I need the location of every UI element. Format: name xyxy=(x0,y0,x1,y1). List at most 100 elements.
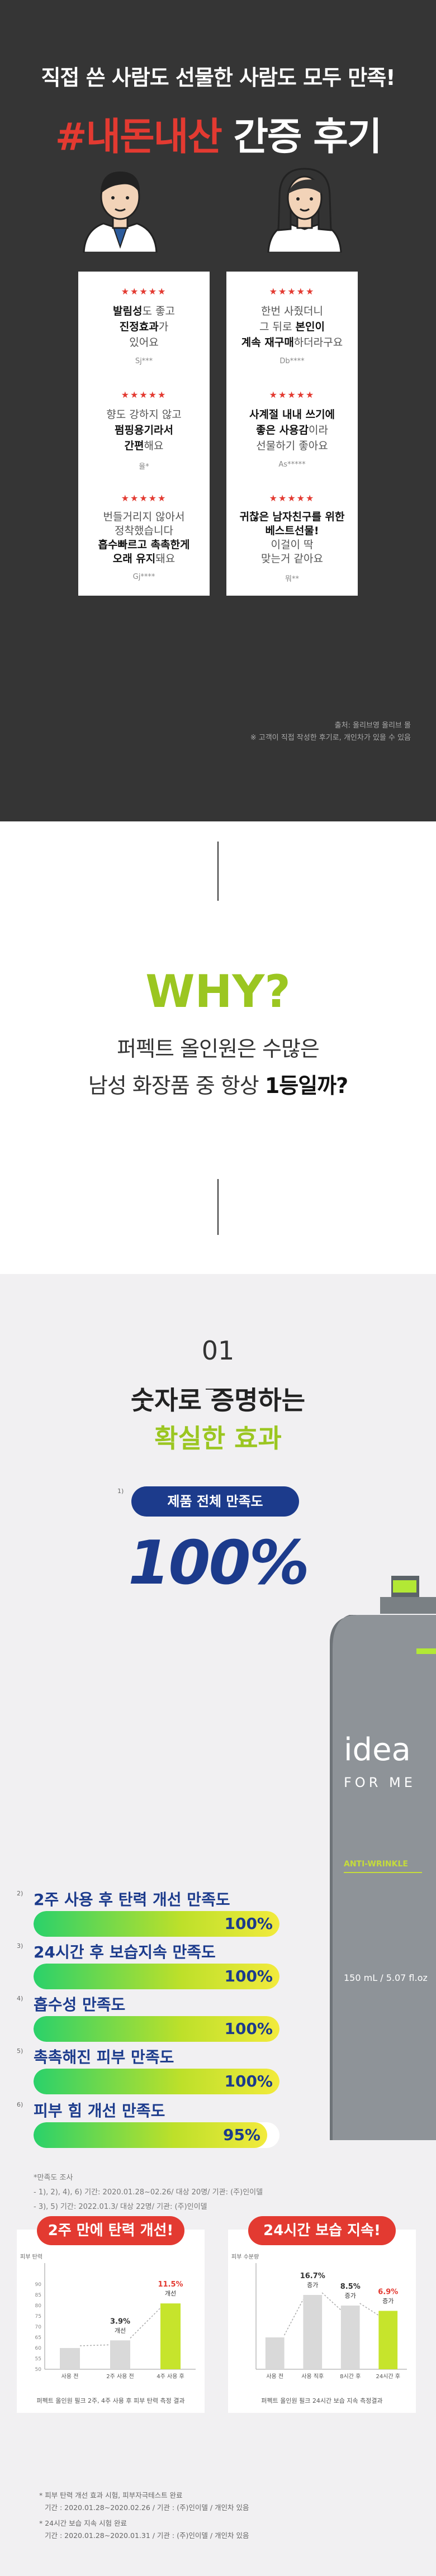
data-label: 11.5% xyxy=(158,2280,183,2289)
bar-track: 100% xyxy=(34,2069,279,2094)
footnote-marker: 6) xyxy=(17,2101,23,2108)
bar-label: 피부 힘 개선 만족도 xyxy=(34,2102,165,2120)
footnote-marker: 4) xyxy=(17,1995,23,2002)
review-card: ★★★★★ 번들거리지 않아서 정착했습니다 흡수빠르고 촉촉한게 오래 유지돼… xyxy=(78,478,210,596)
review-card: ★★★★★ 발림성도 좋고 진정효과가 있어요 Sj*** xyxy=(78,272,210,376)
hashtag-text: #내돈내산 xyxy=(55,115,222,159)
review-text: 향도 강하지 않고 펌핑용기라서 간편해요 xyxy=(106,408,182,452)
test-notes: * 피부 탄력 개선 효과 시험, 피부자극테스트 완료 기간 : 2020.0… xyxy=(39,2491,249,2540)
review-text: 발림성도 좋고 진정효과가 있어요 xyxy=(113,305,175,349)
x-tick-label: 24시간 후 xyxy=(376,2373,400,2380)
bar-track: 100% xyxy=(34,1911,279,1937)
bar-track: 100% xyxy=(34,2016,279,2042)
trend-arrow xyxy=(283,2299,304,2336)
bar xyxy=(265,2337,285,2369)
why-section: WHY? 퍼펙트 올인원은 수많은 남성 화장품 중 항상 1등일까? xyxy=(0,821,436,1274)
review-author: As***** xyxy=(278,460,306,469)
reviews-section: 직접 쓴 사람도 선물한 사람도 모두 만족! #내돈내산 간증 후기 ★★★★… xyxy=(0,0,436,821)
divider-line xyxy=(217,1179,219,1235)
footnote-marker: 1) xyxy=(117,1487,124,1495)
trend-arrow xyxy=(130,2307,161,2339)
bar xyxy=(378,2311,398,2369)
y-tick-label: 65 xyxy=(35,2335,41,2341)
big-title-rest: 간증 후기 xyxy=(221,115,382,159)
rating-stars: ★★★★★ xyxy=(121,286,167,297)
footnote-marker: 3) xyxy=(17,1942,23,1950)
review-card: ★★★★★ 사계절 내내 쓰기에 좋은 사용감이라 선물하기 좋아요 As***… xyxy=(226,375,358,479)
woman-avatar-icon xyxy=(263,163,347,254)
review-card: ★★★★★ 귀찮은 남자친구를 위한 베스트선물! 이걸이 딱 맞는거 같아요 … xyxy=(226,478,358,596)
x-tick-label: 사용 전 xyxy=(61,2373,79,2380)
y-tick-label: 55 xyxy=(35,2356,41,2362)
bar-track: 95% xyxy=(34,2122,279,2148)
bar-label: 24시간 후 보습지속 만족도 xyxy=(34,1943,216,1961)
rating-stars: ★★★★★ xyxy=(121,389,167,400)
x-tick-label: 4주 사용 후 xyxy=(157,2373,184,2380)
bar-fill: 100% xyxy=(34,2069,279,2094)
satisfaction-pill: 제품 전체 만족도 xyxy=(131,1486,299,1517)
chart-title: 2주 만에 탄력 개선! xyxy=(37,2216,184,2245)
divider-line xyxy=(217,842,219,901)
chart-footnote: 퍼펙트 올인원 필크 24시간 보습 지속 측정결과 xyxy=(261,2397,383,2404)
rating-stars: ★★★★★ xyxy=(269,389,315,400)
product-bottle-image: idea FOR ME ANTI-WRINKLE 150 mL / 5.07 f… xyxy=(327,1576,436,2140)
data-label: 8.5% xyxy=(340,2283,361,2291)
product-volume: 150 mL / 5.07 fl.oz xyxy=(344,1973,428,1983)
bar-value: 100% xyxy=(224,1967,273,1985)
y-tick-label: 50 xyxy=(35,2367,42,2373)
bar xyxy=(340,2306,360,2369)
y-axis-label: 피부 수분량 xyxy=(231,2254,259,2260)
review-text: 사계절 내내 쓰기에 좋은 사용감이라 선물하기 좋아요 xyxy=(249,408,335,452)
bar-label: 촉촉해진 피부 만족도 xyxy=(34,2048,174,2066)
bar-fill: 100% xyxy=(34,1911,279,1937)
bar xyxy=(160,2303,181,2369)
review-source: 출처: 올리브영 올리브 몰 ※ 고객이 직접 작성한 후기로, 개인차가 있을… xyxy=(250,721,411,742)
review-author: Sj*** xyxy=(135,357,153,365)
review-author: Gj**** xyxy=(132,573,155,581)
bar-track: 100% xyxy=(34,1964,279,1989)
data-label: 증가 xyxy=(345,2292,356,2299)
y-tick-label: 90 xyxy=(35,2282,42,2288)
man-avatar-icon xyxy=(78,163,162,254)
bar-fill: 95% xyxy=(34,2122,267,2148)
efficacy-section: 01 숫자로 증명하는 확실한 효과 1) 제품 전체 만족도 100% 2) 2… xyxy=(0,1274,436,2576)
x-tick-label: 2주 사용 전 xyxy=(106,2373,134,2380)
elasticity-chart: 2주 만에 탄력 개선! 피부 탄력 90 85 80 75 70 65 60 55 50 사용 전… xyxy=(17,2216,205,2413)
data-label: 증가 xyxy=(382,2298,394,2305)
review-text: 귀찮은 남자친구를 위한 베스트선물! 이걸이 딱 맞는거 같아요 xyxy=(239,511,345,565)
rating-stars: ★★★★★ xyxy=(121,493,167,503)
data-label: 개선 xyxy=(165,2290,176,2297)
bar-value: 100% xyxy=(224,2072,273,2090)
review-author: 뭐** xyxy=(285,575,299,583)
bar xyxy=(60,2348,80,2369)
y-tick-label: 75 xyxy=(35,2314,41,2320)
review-author: Db**** xyxy=(279,357,305,365)
moisture-chart-plot: 피부 수분량사용 전 사용 직후16.7%증가8시간 후8.5%증가24시간 후6… xyxy=(231,2254,407,2380)
x-tick-label: 8시간 후 xyxy=(340,2373,361,2380)
bar-value: 100% xyxy=(224,2019,273,2038)
review-text: 번들거리지 않아서 정착했습니다 흡수빠르고 촉촉한게 오래 유지돼요 xyxy=(98,511,190,565)
efficacy-title: 숫자로 증명하는 xyxy=(130,1385,306,1415)
data-label: 개선 xyxy=(115,2327,126,2334)
x-tick-label: 사용 직후 xyxy=(301,2373,324,2380)
bar-fill: 100% xyxy=(34,2016,279,2042)
bar-label: 흡수성 만족도 xyxy=(34,1995,126,2014)
efficacy-title-highlight: 확실한 효과 xyxy=(154,1423,282,1453)
trend-arrow xyxy=(359,2303,379,2316)
product-brand: idea xyxy=(344,1732,411,1768)
y-tick-label: 70 xyxy=(35,2325,42,2330)
trend-arrow xyxy=(321,2292,342,2311)
y-axis-label: 피부 탄력 xyxy=(20,2254,42,2260)
rating-stars: ★★★★★ xyxy=(269,286,315,297)
survey-notes: *만족도 조사 - 1), 2), 4), 6) 기간: 2020.01.28~… xyxy=(34,2174,263,2211)
chart-footnote: 퍼펙트 올인원 필크 2주, 4주 사용 후 피부 탄력 측정 결과 xyxy=(36,2397,185,2404)
rating-stars: ★★★★★ xyxy=(269,493,315,503)
bar-value: 100% xyxy=(224,1914,273,1933)
bar-fill: 100% xyxy=(34,1964,279,1989)
y-tick-label: 80 xyxy=(35,2303,42,2309)
moisture-chart: 24시간 보습 지속! 피부 수분량 사용 전 사용 직후 16.7% 증가 8시간 후 8… xyxy=(228,2216,416,2413)
bar xyxy=(110,2340,130,2369)
data-label: 16.7% xyxy=(300,2272,325,2280)
data-label: 증가 xyxy=(307,2282,318,2289)
footnote-marker: 5) xyxy=(17,2047,23,2055)
